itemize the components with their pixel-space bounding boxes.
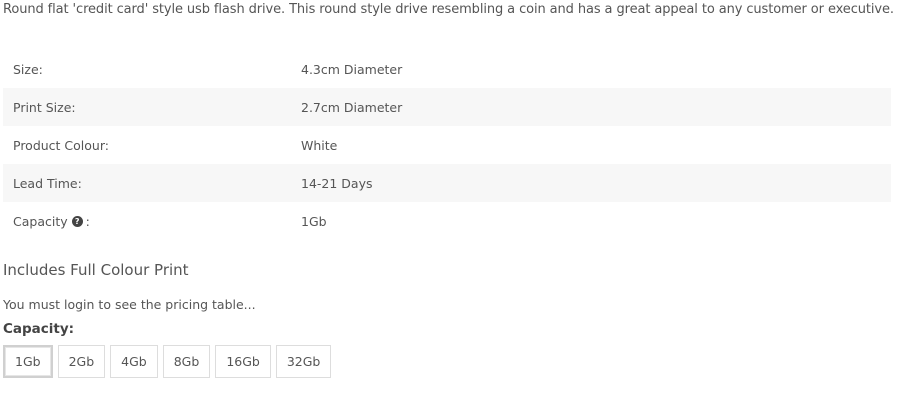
capacity-options: 1Gb 2Gb 4Gb 8Gb 16Gb 32Gb: [3, 345, 336, 378]
spec-value: 1Gb: [301, 213, 327, 229]
login-pricing-note: You must login to see the pricing table.…: [3, 297, 256, 312]
spec-row-size: Size: 4.3cm Diameter: [3, 50, 891, 88]
product-description: Round flat 'credit card' style usb flash…: [3, 2, 894, 17]
includes-print-note: Includes Full Colour Print: [3, 261, 189, 279]
capacity-option-8gb[interactable]: 8Gb: [162, 345, 211, 378]
capacity-option-16gb[interactable]: 16Gb: [215, 345, 271, 378]
spec-row-capacity: Capacity ? : 1Gb: [3, 202, 891, 240]
spec-label: Product Colour:: [13, 137, 109, 153]
question-circle-icon[interactable]: ?: [71, 215, 83, 227]
spec-value: 4.3cm Diameter: [301, 61, 403, 77]
spec-row-lead-time: Lead Time: 14-21 Days: [3, 164, 891, 202]
spec-value: 14-21 Days: [301, 175, 373, 191]
spec-label-suffix: :: [85, 213, 90, 229]
capacity-option-2gb[interactable]: 2Gb: [57, 345, 106, 378]
spec-label: Size:: [13, 61, 43, 77]
spec-value: 2.7cm Diameter: [301, 99, 403, 115]
product-spec-table: Size: 4.3cm Diameter Print Size: 2.7cm D…: [3, 50, 891, 240]
spec-label-capacity: Capacity ? :: [3, 214, 291, 229]
spec-label: Lead Time:: [13, 175, 82, 191]
capacity-option-1gb[interactable]: 1Gb: [3, 345, 53, 378]
spec-label-text: Capacity: [13, 213, 68, 229]
capacity-option-4gb[interactable]: 4Gb: [110, 345, 158, 378]
capacity-option-32gb[interactable]: 32Gb: [275, 345, 332, 378]
capacity-heading: Capacity:: [3, 321, 75, 337]
spec-label: Print Size:: [13, 99, 76, 115]
spec-value: White: [301, 137, 338, 153]
spec-row-print-size: Print Size: 2.7cm Diameter: [3, 88, 891, 126]
spec-row-product-colour: Product Colour: White: [3, 126, 891, 164]
